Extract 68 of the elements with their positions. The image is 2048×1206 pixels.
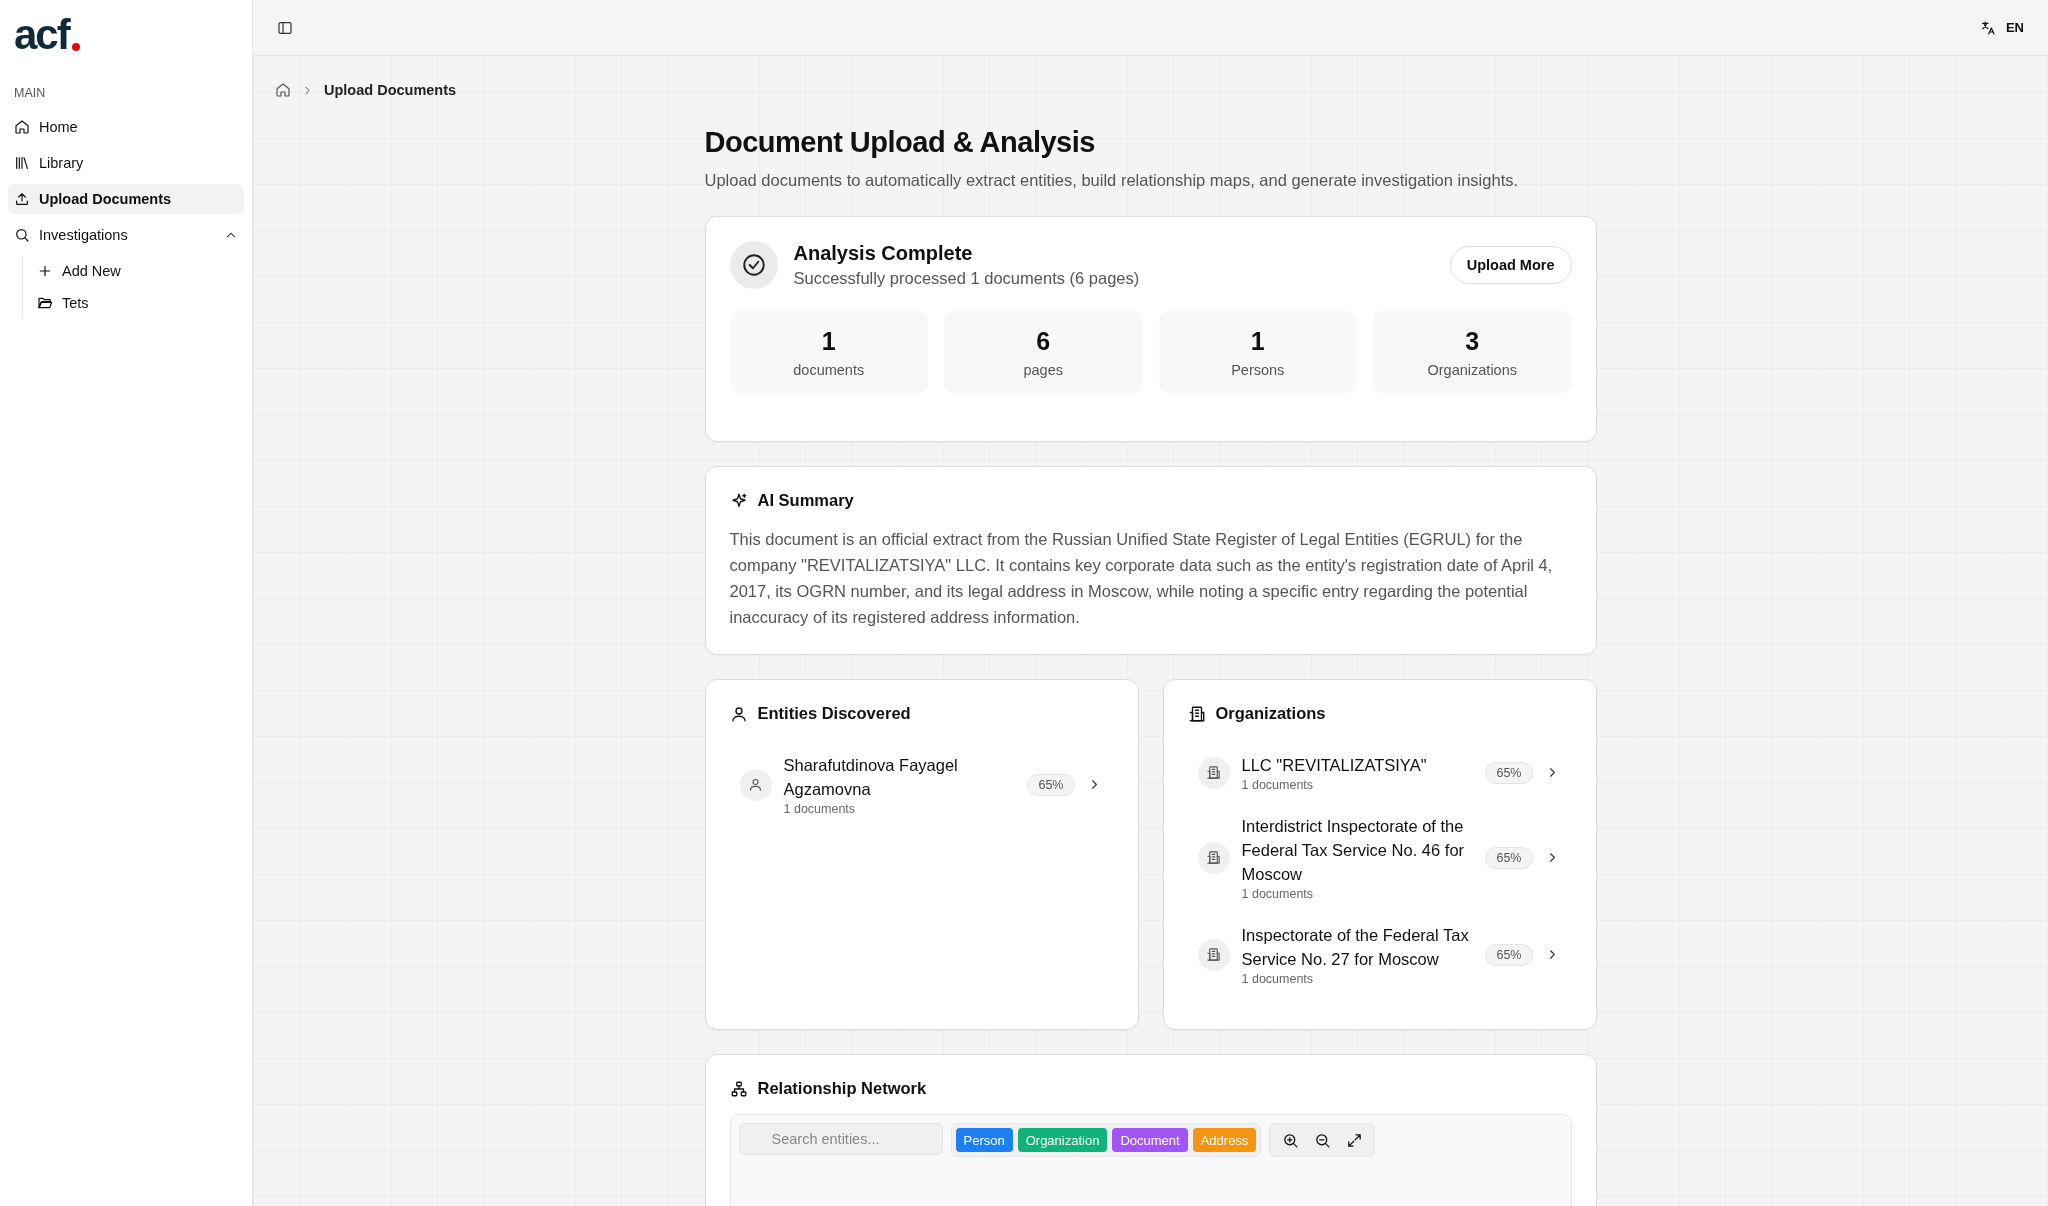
page-title: Document Upload & Analysis — [704, 126, 1096, 159]
language-button[interactable]: EN — [1973, 18, 2030, 37]
upload-icon — [14, 191, 30, 207]
entity-name: Sharafutdinova Fayagel Agzamovna — [783, 755, 959, 800]
fullscreen-icon — [1345, 1131, 1363, 1149]
summary-text: This document is an official extract from the Russian Unified State Register of Legal Entities (EGRUL) for the company "REVITALIZATSIYA" LLC. It contains key corporate data such as the entity's registration date of April 4, 2017, its OGRN number, and its legal address in Moscow, while noting a specific entry regarding the potential inaccuracy of its registered address information. — [729, 529, 1554, 628]
card-title: Organizations — [1215, 704, 1326, 723]
building-icon — [1206, 850, 1221, 865]
status-message: Successfully processed 1 documents (6 pages) — [793, 269, 1141, 288]
zoom-in-icon — [1281, 1131, 1299, 1149]
building-icon — [1187, 704, 1206, 723]
search-icon — [14, 227, 30, 243]
home-icon — [275, 82, 291, 98]
nav-item[interactable]: Investigations — [8, 220, 244, 250]
plus-icon — [37, 263, 53, 279]
stat-label: documents — [793, 361, 865, 378]
sparkle-icon — [729, 491, 748, 510]
stat-value: 1 — [1250, 326, 1265, 356]
page-subtitle: Upload documents to automatically extract entities, build relationship maps, and generate investigation insights. — [704, 171, 1520, 190]
upload-more-button[interactable]: Upload More — [1449, 246, 1572, 284]
nav-item[interactable]: Library — [8, 148, 244, 178]
filter-chip[interactable]: Person — [955, 1128, 1013, 1152]
card-title: AI Summary — [757, 491, 854, 510]
nav-item[interactable]: Tets — [31, 288, 244, 318]
confidence-badge: 65% — [1027, 773, 1075, 796]
card-title: Relationship Network — [757, 1079, 927, 1098]
stat-value: 6 — [1036, 326, 1051, 356]
home-icon — [14, 119, 30, 135]
zoom-out-icon — [1313, 1131, 1331, 1149]
building-icon — [1206, 947, 1221, 962]
nav-item[interactable]: Add New — [31, 256, 244, 286]
document-count: 1 documents — [1241, 778, 1315, 792]
check-circle-icon — [740, 252, 767, 278]
sidebar-icon — [277, 19, 293, 36]
confidence-badge: 65% — [1485, 846, 1533, 869]
filter-chip[interactable]: Document — [1112, 1128, 1188, 1152]
network-icon — [729, 1079, 748, 1098]
search-field[interactable]: Search entities... — [738, 1123, 943, 1155]
stat-label: Organizations — [1427, 361, 1517, 378]
entity-name: Inspectorate of the Federal Tax Service No. 27 for Moscow — [1241, 925, 1470, 970]
stat-label: pages — [1023, 361, 1063, 378]
stat-value: 1 — [821, 326, 836, 356]
entity-row[interactable]: LLC "REVITALIZATSIYA" 1 documents 65% — [1187, 745, 1572, 800]
status-title: Analysis Complete — [793, 242, 974, 265]
person-icon — [729, 704, 748, 723]
entity-name: LLC "REVITALIZATSIYA" — [1241, 755, 1428, 776]
logo: acf — [14, 14, 80, 56]
building-icon — [1206, 765, 1221, 780]
section-label: MAIN — [14, 86, 46, 100]
document-count: 1 documents — [783, 802, 857, 816]
document-count: 1 documents — [1241, 887, 1315, 901]
confidence-badge: 65% — [1485, 761, 1533, 784]
folder-icon — [37, 295, 53, 311]
translate-icon — [1979, 19, 1996, 36]
nav-item[interactable]: Home — [8, 112, 244, 142]
breadcrumb-item: Upload Documents — [324, 82, 457, 98]
entity-row[interactable]: Interdistrict Inspectorate of the Federal Tax Service No. 46 for Moscow 1 documents 65% — [1187, 806, 1572, 909]
books-icon — [14, 155, 30, 171]
entity-row[interactable]: Sharafutdinova Fayagel Agzamovna 1 documents 65% — [729, 745, 1114, 824]
entity-name: Interdistrict Inspectorate of the Federal Tax Service No. 46 for Moscow — [1241, 816, 1466, 885]
person-icon — [748, 777, 763, 792]
stat-label: Persons — [1231, 361, 1285, 378]
entity-row[interactable]: Inspectorate of the Federal Tax Service No. 27 for Moscow 1 documents 65% — [1187, 915, 1572, 994]
card-title: Entities Discovered — [757, 704, 911, 723]
nav-item[interactable]: Upload Documents — [8, 184, 244, 214]
confidence-badge: 65% — [1485, 943, 1533, 966]
document-count: 1 documents — [1241, 972, 1315, 986]
stat-value: 3 — [1465, 326, 1480, 356]
